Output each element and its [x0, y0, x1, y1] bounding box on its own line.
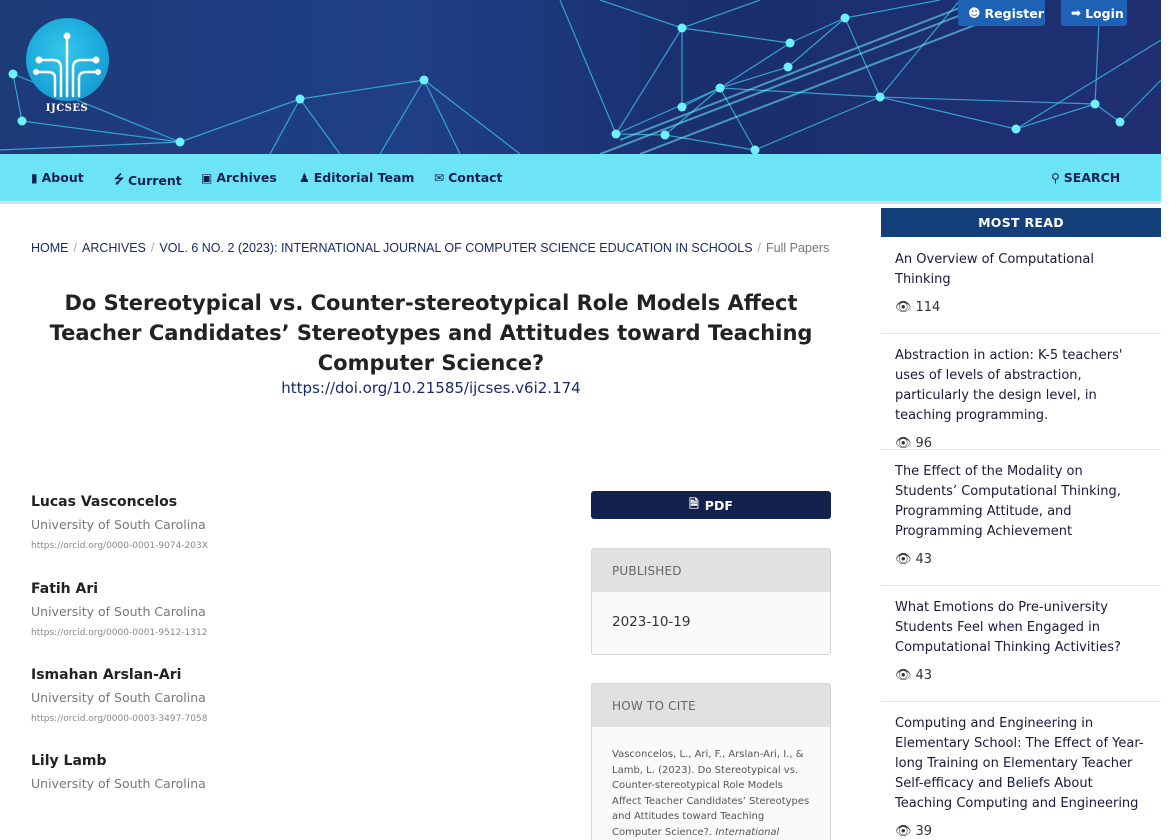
eye-icon: 👁 [895, 436, 912, 451]
book-icon: ▮ [31, 170, 38, 185]
author-orcid-link[interactable]: https://orcid.org/0000-0001-9512-1312 [31, 628, 551, 638]
author-affiliation: University of South Carolina [31, 517, 206, 532]
view-count-value: 43 [915, 668, 933, 683]
pdf-download-button[interactable]: 🗎 PDF [591, 491, 831, 519]
citation-body: Vasconcelos, L., Ari, F., Arslan-Ari, I.… [612, 749, 810, 838]
published-heading: PUBLISHED [592, 549, 830, 592]
author-orcid-link[interactable]: https://orcid.org/0000-0001-9074-203X [31, 541, 551, 551]
view-count: 👁 39 [895, 824, 1147, 839]
search-button[interactable]: ⚲ SEARCH [1051, 170, 1120, 185]
author-name: Fatih Ari [31, 581, 99, 597]
nav-editorial-label: Editorial Team [313, 170, 415, 185]
most-read-title-link[interactable]: The Effect of the Modality on Students’ … [895, 462, 1147, 542]
nav-about-label: About [41, 170, 84, 185]
most-read-title-link[interactable]: Computing and Engineering in Elementary … [895, 714, 1147, 814]
most-read-item: Computing and Engineering in Elementary … [881, 714, 1161, 840]
author-orcid-link[interactable]: https://orcid.org/0000-0003-3497-7058 [31, 714, 551, 724]
author-name: Ismahan Arslan-Ari [31, 667, 182, 683]
nav-contact[interactable]: ✉ Contact [434, 170, 503, 185]
most-read-heading: MOST READ [881, 208, 1161, 237]
author-affiliation: University of South Carolina [31, 604, 206, 619]
author-entry: Lucas Vasconcelos University of South Ca… [31, 494, 551, 551]
author-affiliation: University of South Carolina [31, 776, 206, 791]
circuit-tree-icon [33, 32, 101, 98]
breadcrumb-home[interactable]: HOME [31, 241, 69, 255]
breadcrumb-current: Full Papers [766, 241, 830, 255]
author-name: Lucas Vasconcelos [31, 494, 178, 510]
most-read-item: What Emotions do Pre-university Students… [881, 598, 1161, 702]
nav-archives[interactable]: ▣ Archives [201, 170, 277, 185]
view-count: 👁 43 [895, 552, 1147, 567]
nav-current[interactable]: ⭍ Current [114, 170, 182, 191]
view-count: 👁 96 [895, 436, 1147, 451]
logo-text: IJCSES [45, 103, 89, 114]
author-entry: Ismahan Arslan-Ari University of South C… [31, 667, 551, 724]
nav-about[interactable]: ▮ About [31, 170, 84, 185]
pdf-label: PDF [704, 497, 733, 513]
author-entry: Lily Lamb University of South Carolina [31, 753, 551, 791]
login-label: Login [1085, 5, 1124, 21]
search-label: SEARCH [1063, 170, 1121, 185]
author-affiliation: University of South Carolina [31, 690, 206, 705]
breadcrumb-separator: / [757, 241, 762, 255]
most-read-item: Abstraction in action: K-5 teachers' use… [881, 346, 1161, 451]
eye-icon: 👁 [895, 300, 912, 315]
most-read-title-link[interactable]: What Emotions do Pre-university Students… [895, 598, 1147, 658]
view-count: 👁 43 [895, 668, 1147, 683]
breadcrumb-separator: / [73, 241, 77, 255]
eye-icon: 👁 [895, 552, 912, 567]
search-icon: ⚲ [1051, 170, 1060, 185]
file-pdf-icon: 🗎 [689, 496, 699, 511]
main-navbar: ▮ About ⭍ Current ▣ Archives ♟ Editorial… [0, 154, 1161, 204]
journal-logo[interactable] [26, 18, 109, 101]
login-button[interactable]: ➡ Login [1061, 0, 1127, 26]
most-read-sidebar: MOST READ An Overview of Computational T… [881, 208, 1161, 839]
view-count-value: 114 [915, 300, 941, 315]
how-to-cite-box: HOW TO CITE Vasconcelos, L., Ari, F., Ar… [591, 683, 831, 840]
nav-current-label: Current [128, 173, 182, 188]
published-box: PUBLISHED 2023-10-19 [591, 548, 831, 655]
register-button[interactable]: ☻ Register [958, 0, 1045, 26]
author-entry: Fatih Ari University of South Carolina h… [31, 581, 551, 638]
breadcrumb: HOME / ARCHIVES / VOL. 6 NO. 2 (2023): INTER… [31, 241, 829, 255]
author-name: Lily Lamb [31, 753, 107, 769]
register-label: Register [984, 5, 1044, 21]
published-date: 2023-10-19 [612, 614, 691, 630]
how-to-cite-heading: HOW TO CITE [592, 684, 830, 727]
bolt-icon: ⭍ [114, 172, 124, 186]
view-count-value: 96 [915, 436, 933, 451]
citation-text: Vasconcelos, L., Ari, F., Arslan-Ari, I.… [592, 727, 830, 840]
most-read-item: An Overview of Computational Thinking 👁 … [881, 250, 1161, 334]
nav-editorial-team[interactable]: ♟ Editorial Team [299, 170, 414, 185]
most-read-title-link[interactable]: An Overview of Computational Thinking [895, 250, 1147, 290]
most-read-item: The Effect of the Modality on Students’ … [881, 462, 1161, 586]
eye-icon: 👁 [895, 668, 912, 683]
breadcrumb-archives[interactable]: ARCHIVES [82, 241, 146, 255]
view-count: 👁 114 [895, 300, 1147, 315]
sign-in-icon: ➡ [1071, 6, 1082, 20]
header-banner: IJCSES ☻ Register ➡ Login [0, 0, 1161, 154]
nav-contact-label: Contact [448, 170, 503, 185]
envelope-icon: ✉ [434, 170, 445, 185]
most-read-title-link[interactable]: Abstraction in action: K-5 teachers' use… [895, 346, 1147, 426]
user-circle-icon: ☻ [968, 6, 981, 20]
breadcrumb-issue[interactable]: VOL. 6 NO. 2 (2023): INTERNATIONAL JOURN… [159, 241, 752, 255]
view-count-value: 43 [915, 552, 933, 567]
article-doi-link[interactable]: https://doi.org/10.21585/ijcses.v6i2.174 [31, 379, 831, 397]
article-title: Do Stereotypical vs. Counter-stereotypic… [49, 291, 813, 375]
eye-icon: 👁 [895, 824, 912, 839]
users-icon: ♟ [299, 170, 310, 185]
view-count-value: 39 [915, 824, 933, 839]
breadcrumb-separator: / [150, 241, 155, 255]
archive-icon: ▣ [201, 170, 213, 185]
nav-archives-label: Archives [216, 170, 277, 185]
